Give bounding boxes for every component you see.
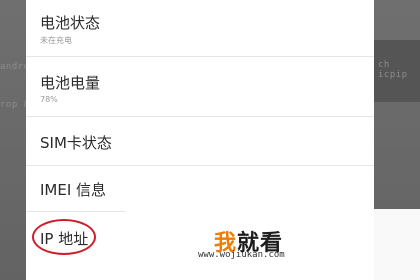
- list-item-imei[interactable]: IMEI 信息: [26, 166, 374, 212]
- watermark: 我就看 www.wojiukan.com: [126, 209, 420, 280]
- list-item-title: 电池电量: [40, 74, 101, 92]
- list-item-subtitle: 未在充电: [40, 36, 72, 45]
- list-item-title: 电池状态: [40, 14, 101, 32]
- list-item-title: IMEI 信息: [40, 181, 107, 199]
- background-text: ch icpip: [378, 60, 408, 80]
- highlight-circle: [32, 219, 96, 255]
- list-item-subtitle: 78%: [40, 95, 58, 104]
- list-item-title: SIM卡状态: [40, 134, 112, 152]
- watermark-url: www.wojiukan.com: [198, 250, 285, 260]
- list-item-battery-status[interactable]: 电池状态 未在充电: [26, 0, 374, 57]
- list-item-sim-status[interactable]: SIM卡状态: [26, 117, 374, 166]
- list-item-battery-level[interactable]: 电池电量 78%: [26, 57, 374, 117]
